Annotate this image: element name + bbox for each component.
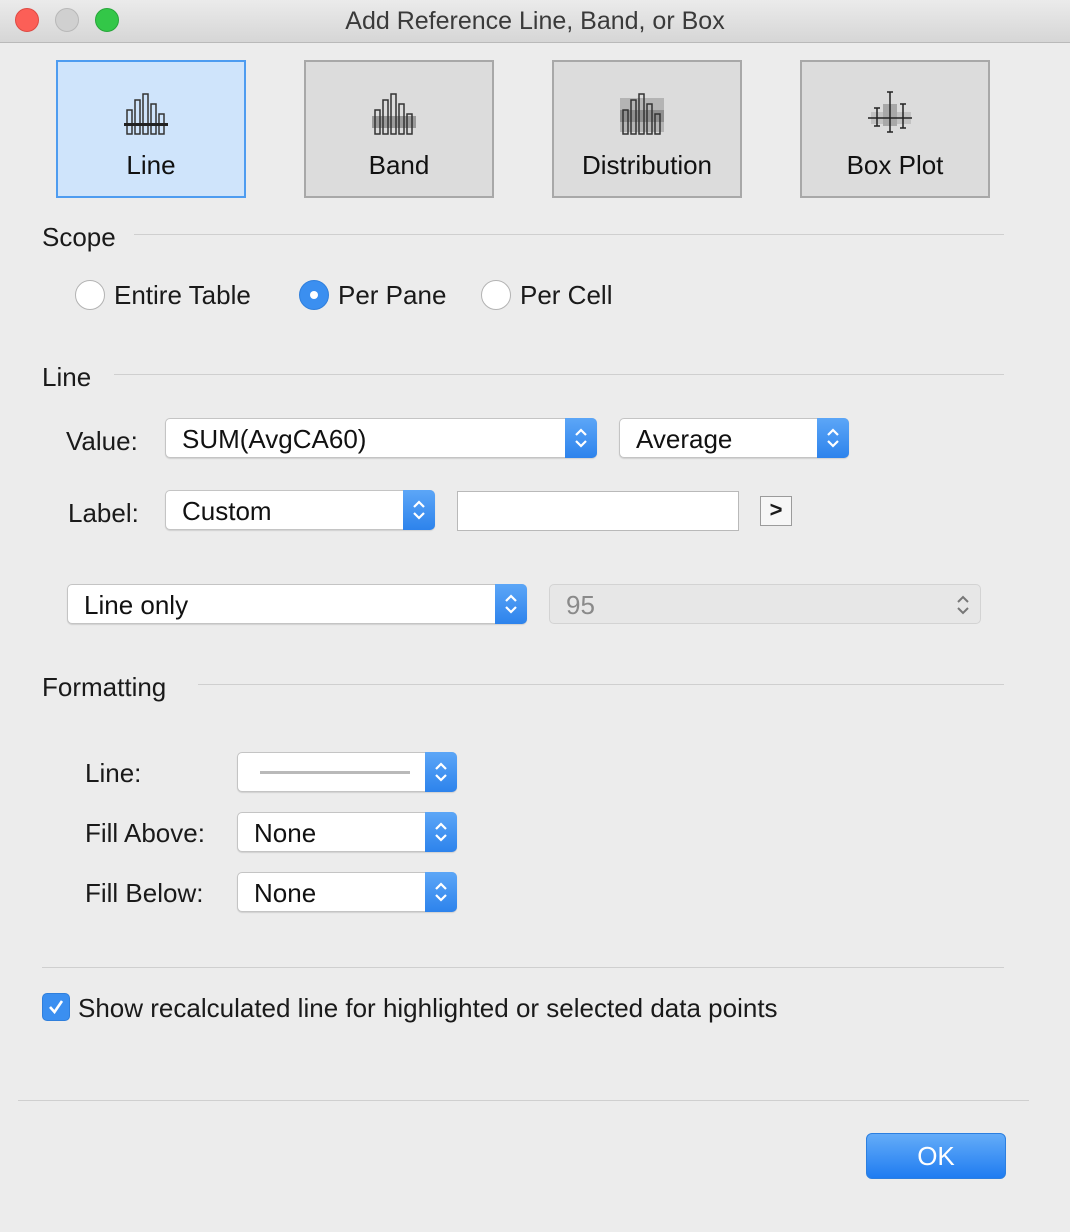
chevron-updown-icon (425, 812, 457, 852)
type-distribution-label: Distribution (581, 150, 713, 180)
chevron-updown-icon (957, 595, 969, 615)
formatting-divider (198, 684, 1004, 685)
chevron-updown-icon (565, 418, 597, 458)
line-divider (114, 374, 1004, 375)
type-band-label: Band (368, 150, 430, 180)
value-field-text: SUM(AvgCA60) (182, 424, 367, 454)
chevron-updown-icon (817, 418, 849, 458)
line-style-select[interactable] (237, 752, 457, 792)
display-mode-select[interactable]: Line only (67, 584, 527, 624)
recalc-label[interactable]: Show recalculated line for highlighted o… (78, 993, 778, 1024)
scope-section-title: Scope (42, 222, 116, 252)
aggregation-select[interactable]: Average (619, 418, 849, 458)
fill-above-label: Fill Above: (85, 818, 205, 848)
value-label: Value: (66, 426, 138, 456)
line-section-title: Line (42, 362, 92, 392)
ok-button[interactable]: OK (866, 1133, 1006, 1179)
formatting-section-title: Formatting (42, 672, 167, 702)
title-bar: Add Reference Line, Band, or Box (0, 0, 1070, 43)
scope-per-cell-radio[interactable] (481, 280, 511, 310)
value-field-select[interactable]: SUM(AvgCA60) (165, 418, 597, 458)
reference-line-icon (124, 93, 168, 135)
type-band-button[interactable]: Band (304, 60, 494, 198)
label-mode-text: Custom (182, 496, 272, 526)
fill-below-label: Fill Below: (85, 878, 204, 908)
type-box-plot-button[interactable]: Box Plot (800, 60, 990, 198)
custom-label-input[interactable] (457, 491, 739, 531)
chevron-updown-icon (425, 752, 457, 792)
type-line-button[interactable]: Line (56, 60, 246, 198)
scope-entire-table-label[interactable]: Entire Table (114, 280, 251, 311)
recalc-checkbox[interactable] (42, 993, 70, 1021)
insert-field-button[interactable]: > (760, 496, 792, 526)
box-plot-icon (868, 91, 912, 133)
type-distribution-button[interactable]: Distribution (552, 60, 742, 198)
checkmark-icon (49, 1000, 64, 1015)
chevron-updown-icon (425, 872, 457, 912)
fill-above-text: None (254, 818, 317, 848)
aggregation-text: Average (636, 424, 733, 454)
distribution-icon (620, 93, 664, 135)
options-divider (42, 967, 1004, 968)
fill-below-text: None (254, 878, 317, 908)
chevron-updown-icon (495, 584, 527, 624)
label-mode-select[interactable]: Custom (165, 490, 435, 530)
footer-divider (18, 1100, 1029, 1101)
fill-above-select[interactable]: None (237, 812, 457, 852)
line-style-label: Line: (85, 758, 142, 788)
confidence-select: 95 (549, 584, 981, 624)
fill-below-select[interactable]: None (237, 872, 457, 912)
scope-per-pane-label[interactable]: Per Pane (338, 280, 446, 311)
type-line-label: Line (126, 150, 176, 180)
scope-per-pane-radio[interactable] (299, 280, 329, 310)
display-mode-text: Line only (84, 590, 189, 620)
label-label: Label: (68, 498, 139, 528)
reference-band-icon (372, 93, 416, 135)
scope-divider (134, 234, 1004, 235)
chevron-updown-icon (403, 490, 435, 530)
confidence-text: 95 (566, 590, 595, 620)
line-style-swatch (260, 771, 410, 774)
type-box-plot-label: Box Plot (846, 150, 944, 180)
scope-entire-table-radio[interactable] (75, 280, 105, 310)
scope-per-cell-label[interactable]: Per Cell (520, 280, 612, 311)
window-title: Add Reference Line, Band, or Box (345, 7, 725, 35)
